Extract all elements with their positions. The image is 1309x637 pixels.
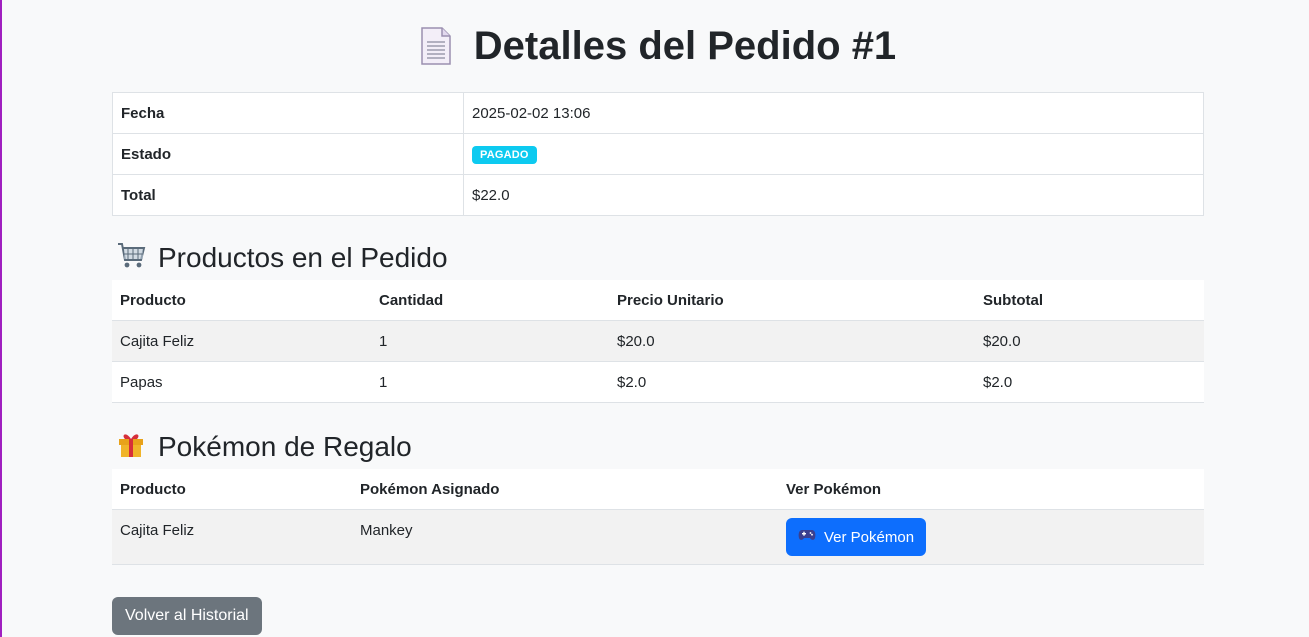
- order-info-row-total: Total $22.0: [112, 174, 1204, 216]
- view-pokemon-button[interactable]: Ver Pokémon: [786, 518, 927, 556]
- status-badge: PAGADO: [472, 145, 537, 164]
- col-subtotal: Subtotal: [975, 280, 1204, 321]
- gifts-table: Producto Pokémon Asignado Ver Pokémon Ca…: [112, 469, 1204, 565]
- date-label: Fecha: [112, 92, 464, 134]
- product-subtotal: $20.0: [975, 320, 1204, 362]
- total-label: Total: [112, 174, 464, 216]
- col-cantidad: Cantidad: [371, 280, 609, 321]
- col-precio-unitario: Precio Unitario: [609, 280, 975, 321]
- col-producto: Producto: [112, 469, 352, 510]
- document-icon: [420, 26, 452, 66]
- col-pokemon-asignado: Pokémon Asignado: [352, 469, 778, 510]
- shopping-cart-icon: [116, 240, 146, 277]
- product-subtotal: $2.0: [975, 361, 1204, 403]
- gift-action-cell: Ver Pokémon: [778, 509, 1204, 565]
- product-quantity: 1: [371, 361, 609, 403]
- product-unit-price: $2.0: [609, 361, 975, 403]
- product-name: Papas: [112, 361, 371, 403]
- view-pokemon-label: Ver Pokémon: [824, 528, 915, 546]
- gamepad-icon: [798, 528, 816, 546]
- gift-pokemon: Mankey: [352, 509, 778, 565]
- status-label: Estado: [112, 133, 464, 175]
- products-table: Producto Cantidad Precio Unitario Subtot…: [112, 280, 1204, 403]
- order-details-page: Detalles del Pedido #1 Fecha 2025-02-02 …: [112, 0, 1204, 635]
- page-title: Detalles del Pedido #1: [112, 0, 1204, 92]
- order-info-table: Fecha 2025-02-02 13:06 Estado PAGADO Tot…: [112, 92, 1204, 216]
- gifts-header-row: Producto Pokémon Asignado Ver Pokémon: [112, 469, 1204, 510]
- product-name: Cajita Feliz: [112, 320, 371, 362]
- gifts-heading-text: Pokémon de Regalo: [158, 431, 412, 462]
- date-value: 2025-02-02 13:06: [463, 92, 1204, 134]
- total-value: $22.0: [463, 174, 1204, 216]
- page-title-text: Detalles del Pedido #1: [473, 23, 897, 68]
- product-quantity: 1: [371, 320, 609, 362]
- col-ver-pokemon: Ver Pokémon: [778, 469, 1204, 510]
- order-info-row-date: Fecha 2025-02-02 13:06: [112, 92, 1204, 134]
- table-row: Papas 1 $2.0 $2.0: [112, 361, 1204, 403]
- col-producto: Producto: [112, 280, 371, 321]
- products-heading-text: Productos en el Pedido: [158, 242, 448, 273]
- status-cell: PAGADO: [463, 133, 1204, 175]
- table-row: Cajita Feliz Mankey Ver Pokémon: [112, 509, 1204, 565]
- products-header-row: Producto Cantidad Precio Unitario Subtot…: [112, 280, 1204, 321]
- back-to-history-button[interactable]: Volver al Historial: [112, 597, 262, 635]
- order-info-row-status: Estado PAGADO: [112, 133, 1204, 175]
- table-row: Cajita Feliz 1 $20.0 $20.0: [112, 320, 1204, 362]
- gifts-heading: Pokémon de Regalo: [112, 425, 1204, 469]
- product-unit-price: $20.0: [609, 320, 975, 362]
- gift-product: Cajita Feliz: [112, 509, 352, 565]
- products-heading: Productos en el Pedido: [112, 236, 1204, 280]
- gift-icon: [116, 429, 146, 466]
